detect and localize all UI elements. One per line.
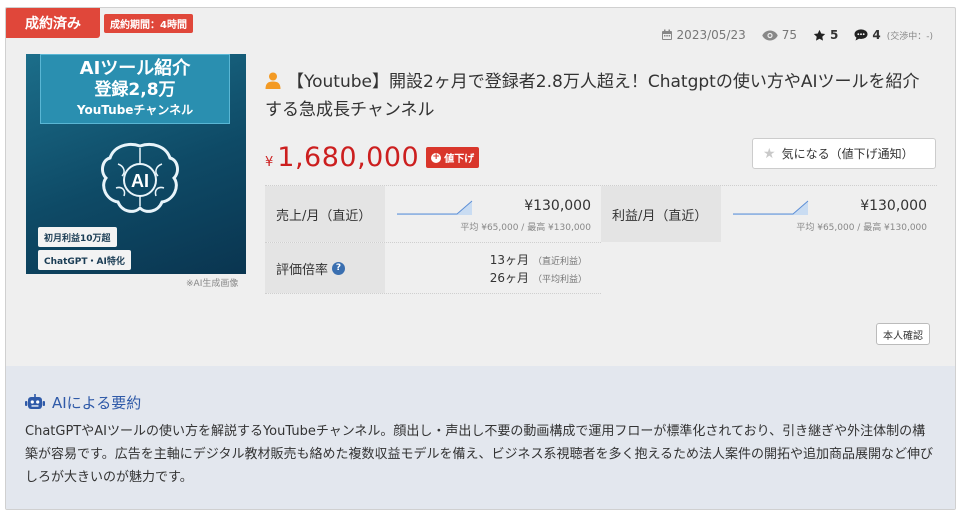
metrics-table: 売上/月（直近） ¥130,000 平均 ¥65,000 / 最高 ¥130,0…	[265, 185, 937, 294]
price-currency: ¥	[265, 155, 274, 170]
ai-summary-text: ChatGPTやAIツールの使い方を解説するYouTubeチャンネル。顔出し・声…	[25, 424, 934, 485]
thumbnail-caption: ※AI生成画像	[186, 279, 239, 289]
listing-thumbnail[interactable]: AIツール紹介 登録2,8万 YouTubeチャンネル AI 初月利益10万超 …	[26, 54, 246, 274]
thumbnail-pill-2: ChatGPT・AI特化	[38, 250, 131, 270]
ai-summary-heading: AIによる要約	[52, 394, 142, 412]
eye-icon	[762, 30, 778, 40]
listing-card[interactable]: 成約済み 成約期間：4時間 2023/05/23 75 5 4 (交渉中：-) …	[5, 7, 956, 510]
listing-date: 2023/05/23	[676, 28, 746, 42]
thumbnail-line-3: YouTubeチャンネル	[76, 103, 194, 117]
listing-title[interactable]: 【Youtube】開設2ヶ月で登録者2.8万人超え！Chatgptの使い方やAI…	[265, 72, 919, 120]
period-badge: 成約期間：4時間	[104, 14, 193, 33]
listing-meta: 2023/05/23 75 5 4 (交渉中：-)	[661, 28, 933, 42]
sales-label: 売上/月（直近）	[265, 186, 385, 242]
thumbnail-title-box: AIツール紹介 登録2,8万 YouTubeチャンネル	[40, 54, 230, 124]
multiple-avg: 26ヶ月	[489, 271, 529, 285]
metrics-row: 評価倍率 ? 13ヶ月 （直近利益） 26ヶ月 （平均利益）	[265, 242, 601, 294]
price-drop-label: 値下げ	[444, 154, 475, 165]
profit-sub: 平均 ¥65,000 / 最高 ¥130,000	[796, 223, 927, 233]
negotiation-status: (交渉中：-)	[886, 31, 933, 42]
favorite-button-label: 気になる（値下げ通知）	[781, 147, 914, 161]
brain-icon: AI	[101, 143, 179, 213]
person-icon	[265, 72, 281, 89]
sold-badge: 成約済み	[6, 8, 100, 38]
profit-cell: ¥130,000 平均 ¥65,000 / 最高 ¥130,000	[721, 186, 937, 242]
thumbnail-pill-1: 初月利益10万超	[38, 227, 117, 247]
star-outline-icon: ★	[763, 145, 776, 162]
comment-count: 4	[872, 28, 881, 42]
star-count: 5	[830, 28, 839, 42]
sales-value: ¥130,000	[524, 198, 591, 214]
ai-summary: AIによる要約 ChatGPTやAIツールの使い方を解説するYouTubeチャン…	[6, 366, 955, 509]
price-amount: 1,680,000	[277, 142, 420, 173]
ai-summary-heading-row: AIによる要約	[25, 392, 141, 413]
multiple-label-cell: 評価倍率 ?	[265, 243, 385, 293]
price-drop-icon: +	[431, 152, 442, 163]
sales-cell: ¥130,000 平均 ¥65,000 / 最高 ¥130,000	[385, 186, 601, 242]
calendar-icon	[661, 29, 672, 40]
profit-value: ¥130,000	[860, 198, 927, 214]
star-icon	[813, 29, 826, 41]
views-group: 75	[762, 28, 797, 42]
listing-title-row[interactable]: 【Youtube】開設2ヶ月で登録者2.8万人超え！Chatgptの使い方やAI…	[265, 68, 935, 124]
thumbnail-line-1: AIツール紹介	[79, 58, 191, 79]
thumbnail-line-2: 登録2,8万	[94, 80, 176, 100]
robot-icon	[25, 394, 45, 409]
stars-group[interactable]: 5	[813, 28, 838, 42]
multiple-avg-note: （平均利益）	[532, 275, 587, 285]
multiple-recent: 13ヶ月	[489, 253, 529, 267]
profit-sparkline	[733, 200, 809, 215]
help-icon[interactable]: ?	[332, 261, 346, 275]
favorite-button[interactable]: ★ 気になる（値下げ通知）	[752, 138, 936, 169]
comment-icon	[854, 29, 868, 41]
metrics-row: 売上/月（直近） ¥130,000 平均 ¥65,000 / 最高 ¥130,0…	[265, 185, 937, 242]
view-count: 75	[781, 28, 797, 42]
date-group: 2023/05/23	[661, 28, 746, 42]
price-drop-badge: + 値下げ	[426, 147, 480, 168]
price-row: ¥ 1,680,000 + 値下げ	[265, 142, 480, 173]
thumbnail-ai-text: AI	[131, 171, 149, 191]
comments-group[interactable]: 4 (交渉中：-)	[854, 28, 933, 42]
identity-verified-badge: 本人確認	[876, 323, 930, 345]
profit-label: 利益/月（直近）	[601, 186, 721, 242]
multiple-cell: 13ヶ月 （直近利益） 26ヶ月 （平均利益）	[385, 243, 601, 293]
multiple-recent-note: （直近利益）	[532, 257, 587, 267]
sales-sparkline	[397, 200, 473, 215]
multiple-label: 評価倍率	[276, 262, 329, 278]
sales-sub: 平均 ¥65,000 / 最高 ¥130,000	[460, 223, 591, 233]
